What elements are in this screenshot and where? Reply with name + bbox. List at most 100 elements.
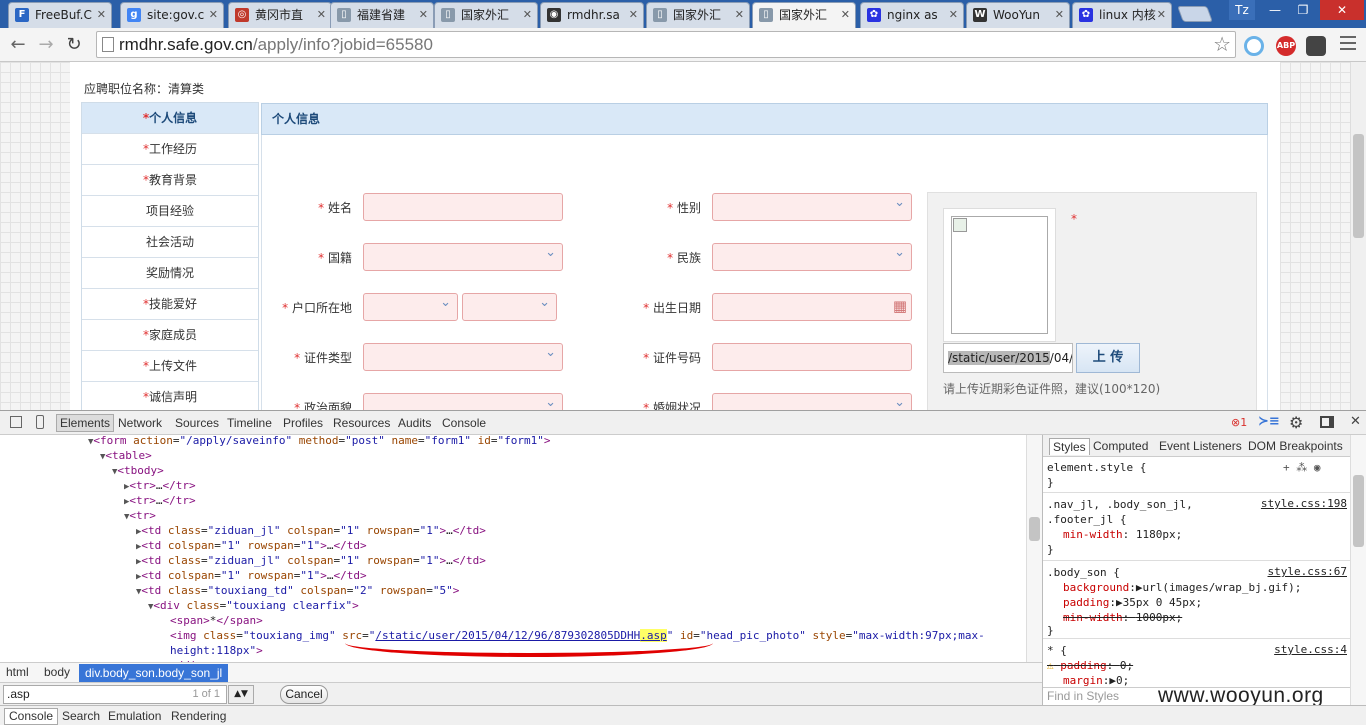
restore-button[interactable]: ❐: [1290, 0, 1316, 20]
breadcrumb-div[interactable]: div.body_son.body_son_jl: [79, 664, 229, 682]
tab-event-listeners[interactable]: Event Listeners: [1159, 439, 1242, 453]
tab-close-icon[interactable]: ✕: [209, 3, 218, 27]
tab-close-icon[interactable]: ✕: [629, 3, 638, 27]
inspect-icon[interactable]: [10, 416, 22, 428]
devtools-tab-timeline[interactable]: Timeline: [227, 416, 272, 430]
tab-close-icon[interactable]: ✕: [419, 3, 428, 27]
drawer-tab-rendering[interactable]: Rendering: [171, 709, 226, 723]
devtools-tab-audits[interactable]: Audits: [398, 416, 431, 430]
dom-node-table[interactable]: ▼<table>: [100, 448, 152, 463]
tab-1[interactable]: g site:gov.c ✕: [120, 2, 224, 28]
page-scrollbar[interactable]: [1350, 62, 1366, 410]
search-cancel-button[interactable]: Cancel: [280, 685, 328, 704]
ethnicity-select[interactable]: [712, 243, 912, 271]
tab-0[interactable]: F FreeBuf.C ✕: [8, 2, 112, 28]
photo-path-field[interactable]: /static/user/2015/04/: [943, 343, 1073, 373]
tab-close-icon[interactable]: ✕: [1055, 3, 1064, 27]
id-number-input[interactable]: [712, 343, 912, 371]
tab-styles[interactable]: Styles: [1049, 438, 1090, 455]
page-scrollbar-thumb[interactable]: [1353, 134, 1364, 238]
drawer-tab-search[interactable]: Search: [62, 709, 100, 723]
settings-gear-icon[interactable]: ⚙: [1289, 413, 1303, 432]
tab-3[interactable]: ▯ 福建省建 ✕: [330, 2, 434, 28]
elements-scrollbar-thumb[interactable]: [1029, 517, 1040, 541]
devtools-tab-resources[interactable]: Resources: [333, 416, 390, 430]
dom-node-td-touxiang[interactable]: ▼<td class="touxiang_td" colspan="2" row…: [136, 583, 459, 598]
hukou-province-select[interactable]: [363, 293, 458, 321]
dom-node-tbody[interactable]: ▼<tbody>: [112, 463, 164, 478]
tab-4[interactable]: ▯ 国家外汇 ✕: [434, 2, 538, 28]
devtools-tab-profiles[interactable]: Profiles: [283, 416, 323, 430]
tab-close-icon[interactable]: ✕: [735, 3, 744, 27]
tab-close-icon[interactable]: ✕: [523, 3, 532, 27]
tab-close-icon[interactable]: ✕: [841, 3, 850, 27]
marital-select[interactable]: [712, 393, 912, 410]
sidebar-item-2[interactable]: *教育背景: [82, 165, 258, 196]
close-devtools-icon[interactable]: ✕: [1350, 414, 1361, 429]
error-icon[interactable]: ⊗1: [1231, 416, 1247, 429]
dom-node-td[interactable]: ▶<td class="ziduan_jl" colspan="1" rowsp…: [136, 553, 486, 568]
tab-10[interactable]: ✿ linux 内核 ✕: [1072, 2, 1172, 28]
devtools-tab-sources[interactable]: Sources: [175, 416, 219, 430]
forward-button[interactable]: →: [34, 33, 58, 57]
back-button[interactable]: ←: [6, 33, 30, 57]
profile-button[interactable]: Tz: [1229, 0, 1255, 20]
new-tab-button[interactable]: [1177, 6, 1213, 22]
devtools-tab-console[interactable]: Console: [442, 416, 486, 430]
dom-node-td[interactable]: ▶<td colspan="1" rowspan="1">…</td>: [136, 538, 367, 553]
devtools-tab-network[interactable]: Network: [118, 416, 162, 430]
new-rule-icon[interactable]: + ⁂ ◉: [1283, 460, 1321, 475]
reload-button[interactable]: ↻: [62, 33, 86, 57]
nationality-select[interactable]: [363, 243, 563, 271]
dom-node-td[interactable]: ▶<td class="ziduan_jl" colspan="1" rowsp…: [136, 523, 486, 538]
tab-close-icon[interactable]: ✕: [1157, 3, 1166, 27]
tab-close-icon[interactable]: ✕: [317, 3, 326, 27]
source-link[interactable]: style.css:4: [1274, 643, 1347, 656]
name-input[interactable]: [363, 193, 563, 221]
incognito-extension-icon[interactable]: [1306, 36, 1326, 56]
styles-scrollbar-thumb[interactable]: [1353, 475, 1364, 547]
devtools-tab-elements[interactable]: Elements: [56, 414, 115, 432]
device-mode-icon[interactable]: [36, 415, 44, 429]
dom-node-span[interactable]: <span>*</span>: [170, 613, 263, 628]
dom-node-form[interactable]: ▼<form action="/apply/saveinfo" method="…: [88, 435, 551, 448]
dom-node-td[interactable]: ▶<td colspan="1" rowspan="1">…</td>: [136, 568, 367, 583]
political-select[interactable]: [363, 393, 563, 410]
tab-close-icon[interactable]: ✕: [949, 3, 958, 27]
styles-scrollbar[interactable]: [1350, 435, 1366, 705]
gender-select[interactable]: [712, 193, 912, 221]
hukou-city-select[interactable]: [462, 293, 557, 321]
dom-node-tr[interactable]: ▶<tr>…</tr>: [124, 493, 196, 508]
elements-tree[interactable]: ▼<form action="/apply/saveinfo" method="…: [0, 435, 1026, 662]
id-type-select[interactable]: [363, 343, 563, 371]
drawer-tab-emulation[interactable]: Emulation: [108, 709, 161, 723]
drawer-tab-console[interactable]: Console: [4, 708, 59, 725]
dom-node-img[interactable]: <img class="touxiang_img" src="/static/u…: [170, 628, 985, 643]
dom-node-div[interactable]: ▼<div class="touxiang clearfix">: [148, 598, 359, 613]
close-window-button[interactable]: ✕: [1320, 0, 1364, 20]
tab-close-icon[interactable]: ✕: [97, 3, 106, 27]
tab-9[interactable]: W WooYun ✕: [966, 2, 1070, 28]
bookmark-star-icon[interactable]: ☆: [1213, 32, 1231, 56]
sidebar-item-7[interactable]: *家庭成员: [82, 320, 258, 351]
search-nav-arrows[interactable]: ▲▼: [228, 685, 254, 704]
tab-computed[interactable]: Computed: [1093, 439, 1148, 453]
tab-5[interactable]: ◉ rmdhr.sa ✕: [540, 2, 644, 28]
tab-8[interactable]: ✿ nginx as ✕: [860, 2, 964, 28]
source-link[interactable]: style.css:198: [1261, 497, 1347, 510]
drawer-toggle-icon[interactable]: ≻≡: [1258, 414, 1280, 429]
dom-node-tr-open[interactable]: ▼<tr>: [124, 508, 156, 523]
elements-scrollbar[interactable]: [1026, 435, 1042, 662]
adblock-plus-icon[interactable]: ABP: [1276, 36, 1296, 56]
sidebar-item-1[interactable]: *工作经历: [82, 134, 258, 165]
tab-7[interactable]: ▯ 国家外汇 ✕: [752, 2, 856, 28]
dom-node-img-cont[interactable]: height:118px">: [170, 643, 263, 658]
extension-ring-icon[interactable]: [1244, 36, 1264, 56]
dock-side-icon[interactable]: [1320, 416, 1334, 428]
source-link[interactable]: style.css:67: [1268, 565, 1347, 578]
breadcrumb-html[interactable]: html: [6, 665, 29, 679]
breadcrumb-body[interactable]: body: [44, 665, 70, 679]
birthdate-input[interactable]: [712, 293, 912, 321]
address-bar[interactable]: rmdhr.safe.gov.cn/apply/info?jobid=65580…: [96, 31, 1236, 58]
tab-dom-breakpoints[interactable]: DOM Breakpoints: [1248, 439, 1343, 453]
